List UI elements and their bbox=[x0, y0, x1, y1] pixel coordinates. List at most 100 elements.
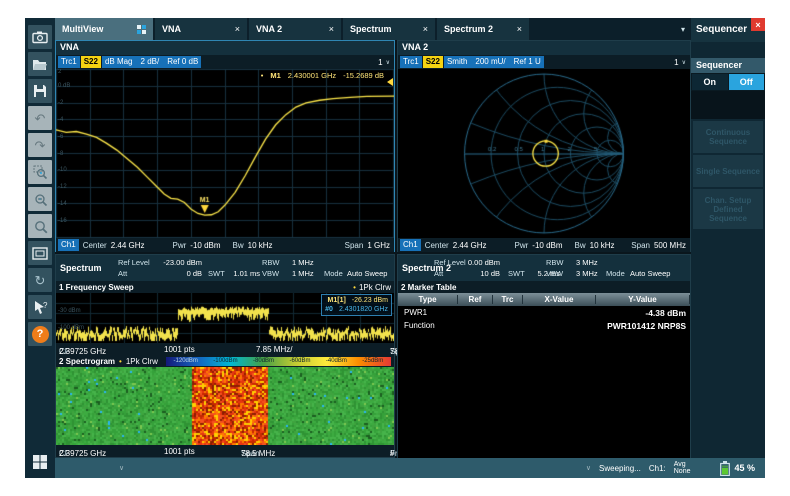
trace-format-chip[interactable]: Smith200 mU/Ref 1 U bbox=[444, 56, 544, 68]
screenshot: ↶ ↷ ↻ ? ? MultiView VNA × bbox=[0, 0, 790, 496]
vna-graph[interactable]: 20 dB-2-4-6-8-10-12-14-16 •M12.430001 GH… bbox=[56, 69, 394, 238]
vna-trace-plot bbox=[56, 69, 394, 238]
sequencer-sidebar: Sequencer × Sequencer On Off Continuous … bbox=[691, 18, 765, 458]
status-dropdown-chevron[interactable]: ∨ bbox=[586, 464, 591, 472]
vna2-panel[interactable]: VNA 2 Trc1 S22 Smith200 mU/Ref 1 U 1∨ Ch… bbox=[397, 40, 691, 252]
table-row[interactable]: Function PWR101412 NRP8S bbox=[398, 319, 690, 332]
channel-badge: Ch1 bbox=[58, 239, 79, 251]
tab-overflow-button[interactable]: ▾ bbox=[675, 18, 691, 40]
marker-table-header: Type Ref Trc X-Value Y-Value bbox=[398, 293, 690, 306]
tab-label: Spectrum 2 bbox=[444, 24, 493, 34]
spectrogram-graph[interactable] bbox=[56, 367, 394, 445]
help-question-glyph: ? bbox=[32, 326, 49, 343]
tab-close-icon[interactable]: × bbox=[235, 24, 240, 34]
tab-multiview[interactable]: MultiView bbox=[55, 18, 153, 40]
vna-marker-readout: •M12.430001 GHz-15.2689 dB bbox=[261, 71, 384, 80]
sequencer-section-label: Sequencer bbox=[691, 58, 765, 73]
context-help-icon[interactable]: ? bbox=[28, 295, 52, 319]
undo-icon: ↶ bbox=[28, 106, 52, 130]
vna-y-label: -10 bbox=[58, 167, 67, 173]
trace-badge[interactable]: Trc1 bbox=[58, 56, 80, 68]
open-file-icon[interactable] bbox=[28, 52, 52, 76]
windows-start-icon[interactable] bbox=[28, 450, 52, 474]
tab-vna[interactable]: VNA × bbox=[155, 18, 247, 40]
spectrum2-panel[interactable]: Spectrum 2 Ref Level 0.00 dBm RBW 3 MHz … bbox=[397, 254, 691, 458]
tab-label: VNA 2 bbox=[256, 24, 282, 34]
window-select-dropdown[interactable]: 1∨ bbox=[378, 58, 392, 67]
save-icon[interactable] bbox=[28, 79, 52, 103]
battery-indicator: 45 % bbox=[720, 461, 755, 476]
trace-badge[interactable]: Trc1 bbox=[400, 56, 422, 68]
close-icon[interactable]: × bbox=[751, 18, 765, 31]
sparam-badge[interactable]: S22 bbox=[423, 56, 443, 68]
tab-close-icon[interactable]: × bbox=[517, 24, 522, 34]
spectrogram-plot bbox=[56, 367, 394, 445]
frequency-sweep-graph[interactable]: -30 dBm -100 dBm M1[1]-26.23 dBm #02.430… bbox=[56, 293, 394, 343]
display-frame-icon[interactable] bbox=[28, 241, 52, 265]
camera-icon[interactable] bbox=[28, 25, 52, 49]
sidebar-spacer bbox=[691, 91, 765, 119]
tab-spectrum2[interactable]: Spectrum 2 × bbox=[437, 18, 529, 40]
trace-format-chip[interactable]: dB Mag2 dB/Ref 0 dB bbox=[102, 56, 201, 68]
auto-refresh-icon[interactable]: ↻ bbox=[28, 268, 52, 292]
tab-vna2[interactable]: VNA 2 × bbox=[249, 18, 341, 40]
left-toolbar: ↶ ↷ ↻ ? ? bbox=[25, 18, 55, 478]
channel-badge: Ch1 bbox=[400, 239, 421, 251]
sweep-y-label: -100 dBm bbox=[58, 325, 84, 331]
status-cluster: ∨ Sweeping... Ch1: Avg None 45 % bbox=[586, 461, 765, 476]
window-select-dropdown[interactable]: 1∨ bbox=[674, 58, 688, 67]
smith-chart[interactable] bbox=[398, 69, 690, 238]
sequencer-onoff-toggle: On Off bbox=[691, 73, 765, 91]
sweep-status-text: Sweeping... bbox=[599, 464, 641, 473]
vna-trace-header: Trc1 S22 dB Mag2 dB/Ref 0 dB 1∨ bbox=[56, 55, 394, 69]
multiview-area: VNA Trc1 S22 dB Mag2 dB/Ref 0 dB 1∨ 20 d… bbox=[55, 40, 691, 458]
channel-tabbar: MultiView VNA × VNA 2 × Spectrum × Spect… bbox=[55, 18, 691, 40]
analyzer-window: ↶ ↷ ↻ ? ? MultiView VNA × bbox=[25, 18, 765, 478]
chevron-down-icon: ∨ bbox=[386, 59, 390, 66]
tab-label: VNA bbox=[162, 24, 181, 34]
spectrogram-colorbar: -120dBm -100dBm -80dBm -60dBm -40dBm -25… bbox=[166, 357, 391, 366]
vna-y-label: -14 bbox=[58, 201, 67, 207]
sparam-badge[interactable]: S22 bbox=[81, 56, 101, 68]
marker-table-empty-area bbox=[398, 332, 690, 459]
frequency-sweep-bar: 1 Frequency Sweep •1Pk Clrw bbox=[56, 281, 394, 293]
vna-y-label: -2 bbox=[58, 100, 63, 106]
sequencer-on-button[interactable]: On bbox=[692, 74, 728, 90]
table-row[interactable]: PWR1 -4.38 dBm bbox=[398, 306, 690, 319]
status-bar: ∨ ∨ Sweeping... Ch1: Avg None 45 % bbox=[55, 458, 765, 478]
vna-y-label: 0 dB bbox=[58, 83, 70, 89]
spectrum-panel[interactable]: Spectrum Ref Level -23.00 dBm RBW 1 MHz … bbox=[55, 254, 395, 458]
marker-edge-arrow-icon bbox=[387, 78, 393, 86]
vna2-panel-title: VNA 2 bbox=[398, 41, 690, 55]
spectrum-panel-title: Spectrum bbox=[60, 263, 102, 273]
marker-table-bar: 2 Marker Table bbox=[398, 281, 690, 293]
sweep-axis-footer: CF 2.39725 GHz 1001 pts 7.85 MHz/ Span 7… bbox=[56, 343, 394, 355]
vna-y-label: 2 bbox=[58, 69, 61, 75]
chevron-down-icon: ∨ bbox=[682, 59, 686, 66]
statusbar-collapse-chevron[interactable]: ∨ bbox=[119, 464, 124, 472]
spectrogram-axis-footer: CF 2.39725 GHz 1001 pts Span 78.5 MHz Fr… bbox=[56, 445, 394, 457]
channel-status-label: Ch1: bbox=[649, 464, 666, 473]
vna-y-label: -8 bbox=[58, 151, 63, 157]
spectrum-settings-header: Spectrum Ref Level -23.00 dBm RBW 1 MHz … bbox=[56, 255, 394, 281]
vna-panel[interactable]: VNA Trc1 S22 dB Mag2 dB/Ref 0 dB 1∨ 20 d… bbox=[55, 40, 395, 252]
tab-close-icon[interactable]: × bbox=[329, 24, 334, 34]
vna-y-label: -6 bbox=[58, 134, 63, 140]
spectrogram-bar: 2 Spectrogram •1Pk Clrw -120dBm -100dBm … bbox=[56, 355, 394, 367]
spectrum2-settings-header: Spectrum 2 Ref Level 0.00 dBm RBW 3 MHz … bbox=[398, 255, 690, 281]
tab-label: MultiView bbox=[62, 24, 103, 34]
help-icon[interactable]: ? bbox=[28, 322, 52, 346]
average-status: Avg None bbox=[674, 461, 691, 475]
redo-icon: ↷ bbox=[28, 133, 52, 157]
tab-spectrum[interactable]: Spectrum × bbox=[343, 18, 435, 40]
vna-y-label: -12 bbox=[58, 184, 67, 190]
battery-percent-label: 45 % bbox=[734, 463, 755, 473]
battery-icon bbox=[720, 461, 730, 476]
marker-table: Type Ref Trc X-Value Y-Value PWR1 -4.38 … bbox=[398, 293, 690, 459]
zoom-area-icon bbox=[28, 160, 52, 184]
vna2-trace-header: Trc1 S22 Smith200 mU/Ref 1 U 1∨ bbox=[398, 55, 690, 69]
tab-close-icon[interactable]: × bbox=[423, 24, 428, 34]
chan-setup-defined-sequence-button: Chan. Setup Defined Sequence bbox=[693, 189, 763, 229]
zoom-reset-icon bbox=[28, 187, 52, 211]
sequencer-off-button[interactable]: Off bbox=[729, 74, 765, 90]
